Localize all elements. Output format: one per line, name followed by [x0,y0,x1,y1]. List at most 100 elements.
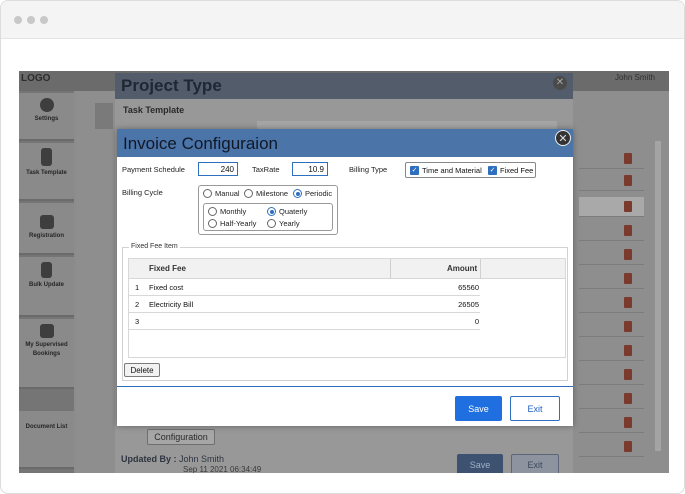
document-icon [624,393,632,404]
radio-monthly[interactable] [208,207,217,216]
configuration-button[interactable]: Configuration [147,429,215,445]
sidebar-item-label: Task Template [26,170,67,176]
list-item[interactable] [579,293,644,313]
period-group: Monthly Quaterly Half-Yearly Yearly [203,203,333,231]
sidebar-item-label: My Supervised Bookings [25,342,68,357]
fixed-fee-label: Fixed Fee [500,166,534,175]
half-yearly-label: Half-Yearly [220,219,257,228]
window-dot-icon [40,16,48,24]
row-number: 3 [135,317,140,326]
document-icon [41,148,52,166]
sidebar: Settings Task Template Registration Bulk… [19,91,74,473]
sidebar-item-label: Bulk Update [28,282,64,288]
invoice-header: Invoice Configuraion ✕ [117,129,573,157]
list-item[interactable] [579,149,644,169]
project-save-button[interactable]: Save [457,454,503,473]
fixed-fee-fieldset: Fixed Fee Item Fixed Fee Amount 1 Fixed … [122,243,568,381]
document-icon [624,297,632,308]
amount-cell[interactable]: 26505 [458,300,479,309]
list-item[interactable] [579,269,644,289]
table-row[interactable]: 1 Fixed cost 65560 [129,279,480,296]
sidebar-item-task-template[interactable]: Task Template [19,143,74,201]
radio-yearly[interactable] [267,219,276,228]
document-icon [624,249,632,260]
invoice-configuration-modal: Invoice Configuraion ✕ Payment Schedule … [117,129,573,426]
sidebar-item-registration[interactable]: Registration [19,203,74,255]
document-icon [624,369,632,380]
payment-schedule-label: Payment Schedule [122,165,185,174]
project-type-title: Project Type [121,76,222,95]
checkbox-fixed-fee[interactable]: ✓ [488,166,497,175]
document-icon [624,225,632,236]
registration-icon [39,215,54,229]
column-divider [480,259,481,279]
column-header-fixed-fee[interactable]: Fixed Fee [149,264,186,273]
radio-quaterly[interactable] [267,207,276,216]
app-logo: LOGO [21,73,51,84]
payment-schedule-input[interactable] [198,162,238,176]
checkbox-time-and-material[interactable]: ✓ [410,166,419,175]
milestone-label: Milestone [256,189,289,198]
amount-cell[interactable]: 0 [475,317,479,326]
list-item[interactable] [579,389,644,409]
document-icon [624,153,632,164]
billing-type-group: ✓ Time and Material ✓ Fixed Fee [405,162,536,178]
yearly-label: Yearly [279,219,300,228]
project-exit-button[interactable]: Exit [511,454,559,473]
radio-half-yearly[interactable] [208,219,217,228]
taxrate-label: TaxRate [252,165,280,174]
sidebar-item-label: Settings [34,116,59,122]
close-icon[interactable]: ✕ [553,76,567,90]
radio-manual[interactable] [203,189,212,198]
amount-cell[interactable]: 65560 [458,283,479,292]
bookings-icon [39,324,54,338]
scrollbar[interactable] [655,141,661,451]
document-icon [624,273,632,284]
list-item[interactable] [579,341,644,361]
radio-milestone[interactable] [244,189,253,198]
list-item[interactable] [579,171,644,191]
list-item[interactable] [579,245,644,265]
save-button[interactable]: Save [455,396,502,421]
sidebar-item-bulk-update[interactable]: Bulk Update [19,257,74,317]
fixed-fee-cell[interactable]: Fixed cost [149,283,183,292]
manual-label: Manual [215,189,240,198]
sidebar-item-my-supervised-bookings[interactable]: My Supervised Bookings [19,319,74,389]
list-item[interactable] [579,317,644,337]
window-titlebar [1,1,684,39]
clipboard-icon [41,262,52,278]
table-row[interactable]: 3 0 [129,313,480,330]
delete-button[interactable]: Delete [124,363,160,377]
sidebar-item-settings[interactable]: Settings [19,93,74,141]
time-and-material-label: Time and Material [422,166,482,175]
column-header-amount[interactable]: Amount [447,264,477,273]
close-icon[interactable]: ✕ [555,130,571,146]
invoice-title: Invoice Configuraion [123,134,278,153]
monthly-label: Monthly [220,207,247,216]
exit-button[interactable]: Exit [510,396,560,421]
fixed-fee-cell[interactable]: Electricity Bill [149,300,193,309]
table-row[interactable]: 2 Electricity Bill 26505 [129,296,480,313]
list-item[interactable] [579,413,644,433]
document-icon [624,345,632,356]
window-dot-icon [27,16,35,24]
radio-periodic[interactable] [293,189,302,198]
taxrate-input[interactable] [292,162,328,176]
updated-by-caption: Updated By : [121,454,177,464]
fixed-fee-legend: Fixed Fee Item [129,243,180,250]
list-item[interactable] [579,221,644,241]
table-header: Fixed Fee Amount [129,259,565,279]
user-name[interactable]: John Smith [615,73,655,82]
updated-by-value: John Smith [179,454,225,464]
list-item[interactable] [579,197,644,217]
document-icon [624,417,632,428]
task-template-heading: Task Template [123,105,185,115]
updated-by-label: Updated By : John Smith [121,454,224,464]
list-item[interactable] [579,437,644,457]
document-icon [624,441,632,452]
billing-cycle-label: Billing Cycle [122,188,163,197]
document-icon [624,321,632,332]
list-item[interactable] [579,365,644,385]
sidebar-item-document-list[interactable]: Document List [19,411,74,469]
row-number: 2 [135,300,140,309]
